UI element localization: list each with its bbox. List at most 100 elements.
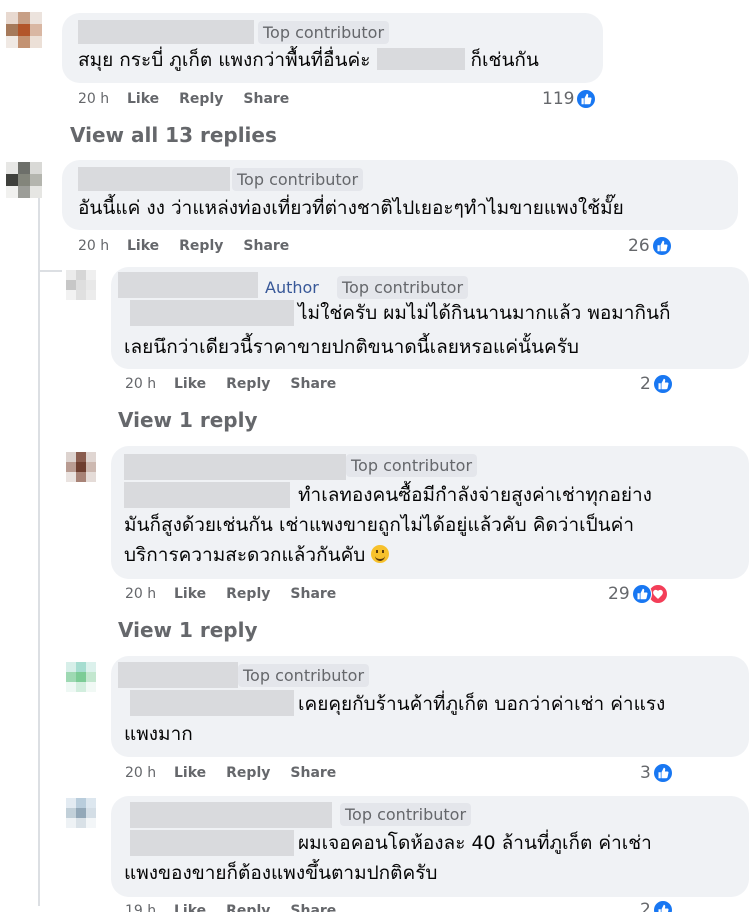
share-button[interactable]: Share	[290, 765, 336, 781]
timestamp[interactable]: 20 h	[78, 238, 127, 254]
author-name-redacted[interactable]	[78, 20, 254, 44]
share-button[interactable]: Share	[243, 91, 289, 107]
top-contributor-badge: Top contributor	[346, 454, 478, 477]
comment-actions: 20 h Like Reply Share	[78, 238, 309, 254]
reply-button[interactable]: Reply	[226, 376, 270, 392]
reaction-count: 26	[628, 236, 650, 256]
avatar[interactable]	[6, 12, 42, 48]
comment-text: บริการความสะดวกแล้วกันคับ	[124, 540, 390, 570]
comment-text-line: บริการความสะดวกแล้วกันคับ	[124, 544, 366, 566]
like-icon	[652, 374, 673, 394]
like-button[interactable]: Like	[127, 91, 159, 107]
comment-actions: 20 h Like Reply Share	[78, 91, 309, 107]
timestamp[interactable]: 20 h	[125, 376, 174, 392]
reply-button[interactable]: Reply	[179, 91, 223, 107]
view-1-reply-link[interactable]: View 1 reply	[118, 618, 258, 642]
author-name-redacted[interactable]	[130, 830, 294, 856]
reaction-summary[interactable]: 2	[640, 374, 673, 394]
comment-text: แพงของขายก็ต้องแพงขึ้นตามปกติครับ	[124, 858, 437, 888]
reaction-count: 119	[542, 89, 575, 109]
top-contributor-badge: Top contributor	[258, 21, 390, 44]
reply-button[interactable]: Reply	[226, 586, 270, 602]
avatar[interactable]	[66, 270, 96, 300]
top-contributor-badge: Top contributor	[337, 276, 469, 299]
reply-button[interactable]: Reply	[179, 238, 223, 254]
share-button[interactable]: Share	[290, 903, 336, 912]
reaction-summary[interactable]: 3	[640, 763, 673, 783]
grinning-face-emoji-icon	[371, 545, 390, 563]
reaction-count: 2	[640, 374, 651, 394]
timestamp[interactable]: 20 h	[125, 586, 174, 602]
thread-line-sub	[38, 296, 40, 906]
comment-text-line: แพงของขายก็ต้องแพงขึ้นตามปกติครับ	[124, 862, 438, 884]
comment-text-line: ไม่ใช่ครับ ผมไม่ได้กินนานมากแล้ว พอมากิน…	[298, 302, 671, 324]
comment-text-line: เลยนึกว่าเดียวนี้ราคาขายปกติขนาดนี้เลยหร…	[124, 336, 579, 358]
comment-text-line: ก็เช่นกัน	[470, 49, 539, 71]
share-button[interactable]: Share	[290, 586, 336, 602]
thread-line-branch	[38, 270, 62, 272]
view-all-replies-link[interactable]: View all 13 replies	[70, 123, 277, 147]
author-name-redacted[interactable]	[130, 300, 294, 326]
avatar[interactable]	[6, 162, 42, 198]
comment-text-line: เคยคุยกับร้านค้าที่ภูเก็ต บอกว่าค่าเช่า …	[298, 693, 666, 715]
comment-text: ผมเจอคอนโดห้องละ 40 ล้านที่ภูเก็ต ค่าเช่…	[298, 828, 652, 858]
like-button[interactable]: Like	[174, 903, 206, 912]
author-name-redacted[interactable]	[124, 454, 346, 480]
author-name-redacted[interactable]	[78, 167, 230, 191]
avatar[interactable]	[66, 798, 96, 828]
like-icon	[652, 900, 673, 912]
author-name-redacted[interactable]	[124, 482, 290, 508]
like-button[interactable]: Like	[174, 376, 206, 392]
reaction-summary[interactable]: 119	[542, 89, 597, 109]
like-icon	[652, 763, 673, 783]
comment-actions: 20 h Like Reply Share	[125, 765, 356, 781]
reaction-summary[interactable]: 2	[640, 900, 673, 912]
author-badge: Author	[265, 278, 319, 297]
comment-actions: 20 h Like Reply Share	[125, 376, 356, 392]
avatar[interactable]	[66, 452, 96, 482]
comment-text: แพงมาก	[124, 719, 193, 749]
comment-text-line: ทำเลทองคนซื้อมีกำลังจ่ายสูงค่าเช่าทุกอย่…	[298, 484, 652, 506]
author-name-redacted[interactable]	[118, 272, 258, 298]
like-icon	[651, 236, 672, 256]
comment-text-line: แพงมาก	[124, 723, 193, 745]
like-button[interactable]: Like	[127, 238, 159, 254]
share-button[interactable]: Share	[290, 376, 336, 392]
author-name-redacted[interactable]	[118, 662, 238, 688]
top-contributor-badge: Top contributor	[238, 664, 370, 687]
avatar[interactable]	[66, 662, 96, 692]
comment-text: ทำเลทองคนซื้อมีกำลังจ่ายสูงค่าเช่าทุกอย่…	[298, 480, 652, 510]
comment-text-line: สมุย กระบี่ ภูเก็ต แพงกว่าพื้นที่อื่นค่ะ	[78, 49, 371, 71]
comment-text: อันนี้แค่ งง ว่าแหล่งท่องเที่ยวที่ต่างชา…	[78, 193, 624, 223]
comment-actions: 19 h Like Reply Share	[125, 903, 356, 912]
comment-text-line: ผมเจอคอนโดห้องละ 40 ล้านที่ภูเก็ต ค่าเช่…	[298, 832, 652, 854]
like-button[interactable]: Like	[174, 586, 206, 602]
comment-text: เลยนึกว่าเดียวนี้ราคาขายปกติขนาดนี้เลยหร…	[124, 332, 579, 362]
view-1-reply-link[interactable]: View 1 reply	[118, 408, 258, 432]
author-name-redacted[interactable]	[130, 690, 294, 716]
reply-button[interactable]: Reply	[226, 903, 270, 912]
like-button[interactable]: Like	[174, 765, 206, 781]
timestamp[interactable]: 20 h	[125, 765, 174, 781]
reaction-count: 2	[640, 900, 651, 912]
comment-text: ไม่ใช่ครับ ผมไม่ได้กินนานมากแล้ว พอมากิน…	[298, 298, 670, 328]
share-button[interactable]: Share	[243, 238, 289, 254]
reaction-count: 3	[640, 763, 651, 783]
comment-text-line: อันนี้แค่ งง ว่าแหล่งท่องเที่ยวที่ต่างชา…	[78, 197, 624, 219]
comment-text: เคยคุยกับร้านค้าที่ภูเก็ต บอกว่าค่าเช่า …	[298, 689, 665, 719]
comment-actions: 20 h Like Reply Share	[125, 586, 356, 602]
top-contributor-badge: Top contributor	[340, 803, 472, 826]
reaction-count: 29	[608, 584, 630, 604]
top-contributor-badge: Top contributor	[232, 168, 364, 191]
like-icon	[631, 584, 652, 604]
comment-text: สมุย กระบี่ ภูเก็ต แพงกว่าพื้นที่อื่นค่ะ…	[78, 45, 539, 75]
reaction-summary[interactable]: 26	[628, 236, 672, 256]
timestamp[interactable]: 19 h	[125, 903, 174, 912]
comment-text-line: มันก็สูงด้วยเช่นกัน เช่าแพงขายถูกไม่ได้อ…	[124, 514, 635, 536]
author-name-redacted[interactable]	[130, 802, 332, 828]
timestamp[interactable]: 20 h	[78, 91, 127, 107]
mention-redacted[interactable]	[376, 48, 465, 70]
reaction-summary[interactable]: 29	[608, 584, 668, 604]
like-icon	[576, 89, 597, 109]
reply-button[interactable]: Reply	[226, 765, 270, 781]
